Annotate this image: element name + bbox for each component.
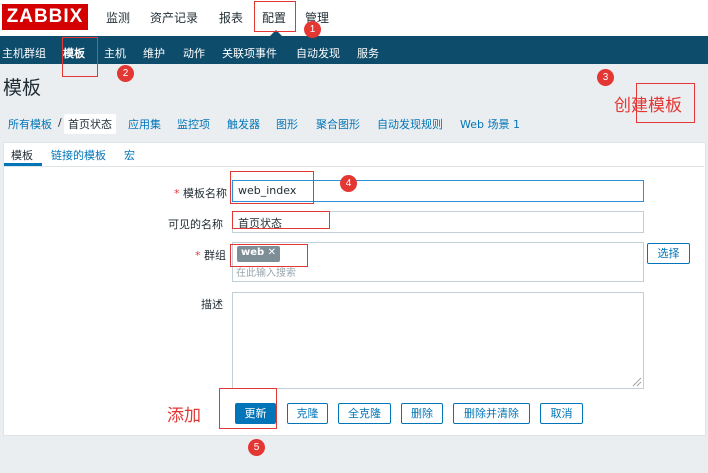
tab-macros[interactable]: 宏 [124,147,135,163]
annotation-box-visible-name [232,211,330,229]
breadcrumb-items[interactable]: 监控项 [177,116,210,132]
delete-and-clear-button[interactable]: 删除并清除 [453,403,530,424]
template-name-label-text: 模板名称 [183,187,227,200]
breadcrumb-triggers[interactable]: 触发器 [227,116,260,132]
required-mark: * [174,187,180,200]
tab-divider [4,166,704,167]
breadcrumb-current[interactable]: 首页状态 [64,114,116,134]
breadcrumb-web-scenarios[interactable]: Web 场景 1 [460,116,520,132]
groups-label: * 群组 [195,247,226,263]
sub-menu-discovery[interactable]: 自动发现 [296,45,340,61]
annotation-box-update [219,388,277,429]
required-mark: * [195,249,201,262]
annotation-number-2: 2 [117,65,134,82]
clone-button[interactable]: 克隆 [287,403,328,424]
sub-menu-correlation[interactable]: 关联项事件 [222,45,277,61]
sub-menu-services[interactable]: 服务 [357,45,379,61]
breadcrumb-graphs[interactable]: 图形 [276,116,298,132]
full-clone-button[interactable]: 全克隆 [338,403,391,424]
annotation-number-5: 5 [248,439,265,456]
annotation-box-templates [62,37,98,77]
groups-label-text: 群组 [204,249,226,262]
sub-menu-host-groups[interactable]: 主机群组 [2,45,46,61]
visible-name-label: 可见的名称 [168,218,223,231]
page-title: 模板 [3,77,42,99]
annotation-box-configuration [254,1,296,32]
annotation-number-1: 1 [304,21,321,38]
sub-menu-hosts[interactable]: 主机 [104,45,126,61]
sub-menu-actions[interactable]: 动作 [183,45,205,61]
breadcrumb-separator: / [58,116,62,129]
annotation-box-template-name [230,171,314,204]
sub-menu-maintenance[interactable]: 维护 [143,45,165,61]
annotation-box-groups [230,244,308,267]
annotation-add: 添加 [167,406,201,426]
annotation-number-4: 4 [340,175,357,192]
top-menu-inventory[interactable]: 资产记录 [150,9,198,26]
top-menu-reports[interactable]: 报表 [219,9,243,26]
resize-grip-icon[interactable] [632,377,642,387]
breadcrumb-discovery-rules[interactable]: 自动发现规则 [377,116,443,132]
zabbix-logo[interactable]: ZABBIX [2,4,88,30]
description-textarea[interactable] [232,292,644,389]
delete-button[interactable]: 删除 [401,403,443,424]
breadcrumb-screens[interactable]: 聚合图形 [316,116,360,132]
description-label: 描述 [201,298,223,311]
breadcrumb-applications[interactable]: 应用集 [128,116,161,132]
tab-linked-templates[interactable]: 链接的模板 [51,147,106,163]
top-menu-monitoring[interactable]: 监测 [106,9,130,26]
breadcrumb-all-templates[interactable]: 所有模板 [8,116,52,132]
annotation-number-3: 3 [597,69,614,86]
template-name-label: * 模板名称 [174,185,227,201]
tab-template[interactable]: 模板 [11,147,33,163]
annotation-box-create-template [636,83,695,123]
cancel-button[interactable]: 取消 [540,403,583,424]
select-groups-button[interactable]: 选择 [647,243,690,264]
